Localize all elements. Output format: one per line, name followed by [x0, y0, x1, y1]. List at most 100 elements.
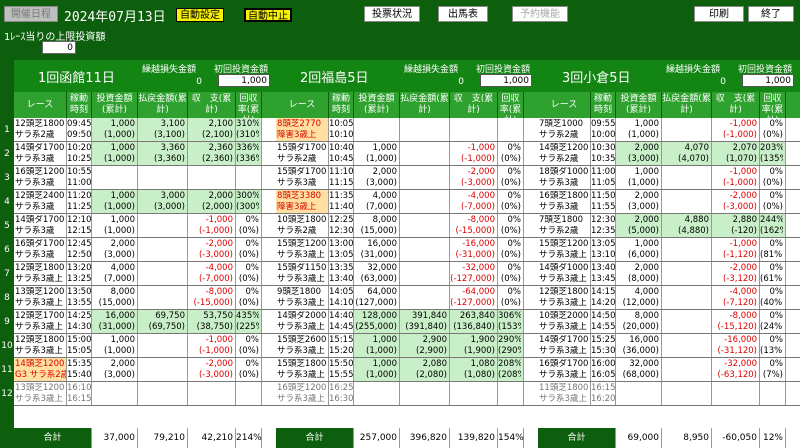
race-row[interactable]: 14頭ダ1000サラ系3歳上14-D や重13:4013:4513:552,00… [538, 262, 800, 286]
initial-invest-input[interactable]: 1,000 [218, 74, 270, 87]
race-name-cell[interactable]: 14頭ダ1000サラ系3歳上14-D や重 [538, 262, 591, 285]
race-row[interactable]: 15頭ダ1150サラ系3歳上15-D や重13:3513:4013:5532,0… [276, 262, 538, 286]
race-name-cell[interactable]: 12頭芝1800サラ系3歳上12-D や重 [538, 286, 591, 309]
recovery-rate-cell: 0% (13%) [760, 334, 786, 357]
race-row[interactable]: 14頭ダ1700サラ系3歳14-D や重12:1012:1512:251,000… [14, 214, 276, 238]
auto-running-button[interactable]: 自動中止 [244, 8, 292, 22]
entries-button[interactable]: 出馬表 [438, 6, 488, 22]
race-row[interactable]: 12頭芝1800サラ系3歳上12-D や重15:0015:0515:201,00… [14, 334, 276, 358]
race-row[interactable]: 16頭ダ1700サラ系3歳16-D や重12:4512:5013:052,000… [14, 238, 276, 262]
race-row[interactable]: 12頭芝1800サラ系2歳11-E や重09:4509:5010:051,000… [14, 118, 276, 142]
race-name-cell[interactable]: 14頭ダ1700サラ系3歳14-D や重 [14, 142, 67, 165]
race-row[interactable]: 12頭芝2400サラ系3歳12-B や重11:2011:2511:421,000… [14, 190, 276, 214]
race-name-cell[interactable]: 15頭ダ1700サラ系2歳15-D や重 [276, 142, 329, 165]
race-row[interactable]: 15頭ダ1700サラ系2歳15-D や重10:4010:4510:551,000… [276, 142, 538, 166]
race-row[interactable]: 16頭ダ1700サラ系3歳上16-D や重16:0016:0516:1532,0… [538, 358, 800, 382]
cell-line: サラ系3歳上 [277, 370, 325, 380]
race-name-cell[interactable]: 11頭芝1800サラ系3歳上13-B [538, 382, 591, 405]
cell-line: (-1,120) [722, 250, 757, 260]
cell-line: 2,080 [422, 359, 447, 369]
race-row[interactable]: 10頭芝1800サラ系2歳10-D や重12:2512:3012:408,000… [276, 214, 538, 238]
cell-line: 203% [760, 143, 783, 153]
cell-line: 0% [507, 239, 522, 249]
cell-line: 09:45 [67, 119, 91, 129]
race-row[interactable]: 12頭芝1800サラ系3歳上12-D や重13:2013:2513:404,00… [14, 262, 276, 286]
race-row[interactable]: 14頭ダ1700サラ系3歳上14-D や重15:2515:3015:4016,0… [538, 334, 800, 358]
exit-button[interactable]: 終了 [748, 6, 794, 22]
race-name-cell[interactable]: 7頭芝1800サラ系2歳7-E や重 [538, 214, 591, 237]
race-row[interactable]: 12頭芝1800サラ系3歳上12-D や重14:1514:2014:304,00… [538, 286, 800, 310]
race-row[interactable]: 11頭芝1800サラ系3歳上13-B16:1516:20 [538, 382, 800, 406]
race-row[interactable]: 14頭ダ1700サラ系3歳14-D や重10:2010:2510:351,000… [14, 142, 276, 166]
race-row[interactable]: 7頭芝1800サラ系2歳7-E や重12:3012:3512:452,000(5… [538, 214, 800, 238]
race-name-cell[interactable]: 14頭ダ2000サラ系3歳上14-D や重 [276, 310, 329, 333]
race-name-cell[interactable]: 14頭芝1200サラ系2歳14-D や重 [538, 142, 591, 165]
initial-invest-input[interactable]: 1,000 [480, 74, 532, 87]
race-name-cell[interactable]: 16頭芝1800サラ系3歳16-D 難解 [538, 190, 591, 213]
race-name-cell[interactable]: 13頭芝1200サラ系3歳上13-D や重 [14, 286, 67, 309]
race-row[interactable]: 10頭芝2000サラ系3歳上10-D や重14:5014:5515:058,00… [538, 310, 800, 334]
reserve-button[interactable]: 予約機能 [512, 6, 568, 22]
race-name-cell[interactable]: 12頭芝2400サラ系3歳12-B や重 [14, 190, 67, 213]
race-row[interactable]: 16頭芝1800サラ系3歳16-D 難解11:5011:5512:052,000… [538, 190, 800, 214]
race-name-cell[interactable]: 10頭芝1800サラ系2歳10-D や重 [276, 214, 329, 237]
race-name-cell[interactable]: 13頭芝1200サラ系3歳上13-A [14, 382, 67, 405]
race-row[interactable]: 15頭芝1800サラ系3歳上15-D や重15:5015:5516:101,00… [276, 358, 538, 382]
race-row[interactable]: 15頭芝1200サラ系3歳上15-D や重13:0013:0513:1516,0… [276, 238, 538, 262]
print-button[interactable]: 印刷 [694, 6, 744, 22]
race-name-cell[interactable]: 8頭芝3380障害3歳上8-E 難解 [276, 190, 329, 213]
race-row[interactable]: 15頭ダ1700サラ系3歳15-D や重11:1011:1511:252,000… [276, 166, 538, 190]
race-name-cell[interactable]: 14頭ダ1700サラ系3歳14-D や重 [14, 214, 67, 237]
race-row[interactable]: 18頭ダ1000サラ系3歳18-D や重11:0011:0511:151,000… [538, 166, 800, 190]
balance-cell: -2,000 (-3,000) [188, 358, 236, 381]
cell-line: 15:40 [67, 370, 91, 380]
race-row[interactable]: 14頭芝1200G3 サラ系2歳14-A や重15:3515:4015:412,… [14, 358, 276, 382]
race-name-cell[interactable]: 8頭芝2770障害3歳上8-E 難解 [276, 118, 329, 141]
race-name-cell[interactable]: 12頭芝1800サラ系2歳11-E や重 [14, 118, 67, 141]
race-name-cell[interactable]: 16頭芝1200サラ系3歳15-D や重 [14, 166, 67, 189]
column-header: 回収率(累計) [760, 92, 786, 126]
invest-cell: 64,000 (127,000) [354, 286, 400, 309]
race-name-cell[interactable]: 12頭芝1700サラ系3歳上12-D や重 [14, 310, 67, 333]
race-name-cell[interactable]: 10頭芝2000サラ系3歳上10-D や重 [538, 310, 591, 333]
race-row[interactable]: 9頭芝1800サラ系3歳上9-D や重14:0514:1014:2564,000… [276, 286, 538, 310]
cell-line: 16,000 [105, 311, 135, 321]
race-row[interactable]: 16頭芝1200サラ系3歳上16-B16:2516:30 [276, 382, 538, 406]
race-row[interactable]: 8頭芝2770障害3歳上8-E 難解10:0510:1010:20 [276, 118, 538, 142]
max-invest-input[interactable]: 0 [42, 41, 76, 54]
race-name-cell[interactable]: 16頭ダ1700サラ系3歳上16-D や重 [538, 358, 591, 381]
cell-line: 10:20 [67, 143, 91, 153]
cell-line: 16:25 [329, 383, 353, 393]
race-name-cell[interactable]: 14頭ダ1700サラ系3歳上14-D や重 [538, 334, 591, 357]
race-row[interactable]: 7頭芝1000サラ系2歳7-D や悪09:5510:0010:101,000(1… [538, 118, 800, 142]
race-name-cell[interactable]: 14頭芝1200G3 サラ系2歳14-A や重 [14, 358, 67, 381]
race-name-cell[interactable]: 12頭芝1800サラ系3歳上12-D や重 [14, 334, 67, 357]
race-name-cell[interactable]: 15頭芝1200サラ系3歳上15-D や重 [276, 238, 329, 261]
vote-status-button[interactable]: 投票状況 [364, 6, 420, 22]
race-row[interactable]: 12頭芝1700サラ系3歳上12-D や重14:2514:3014:4516,0… [14, 310, 276, 334]
cell-line: 0% [769, 119, 784, 129]
race-row[interactable]: 15頭芝1200サラ系3歳上15-D や重13:0513:1013:201,00… [538, 238, 800, 262]
race-name-cell[interactable]: 15頭ダ1150サラ系3歳上15-D や重 [276, 262, 329, 285]
race-row[interactable]: 14頭芝1200サラ系2歳14-D や重10:3010:3510:452,000… [538, 142, 800, 166]
race-row[interactable]: 15頭芝2600サラ系3歳上15-D や重15:1515:2015:351,00… [276, 334, 538, 358]
race-name-cell[interactable]: 15頭芝1800サラ系3歳上15-D や重 [276, 358, 329, 381]
race-name-cell[interactable]: 15頭ダ1700サラ系3歳15-D や重 [276, 166, 329, 189]
race-name-cell[interactable]: 15頭芝2600サラ系3歳上15-D や重 [276, 334, 329, 357]
race-row[interactable]: 16頭芝1200サラ系3歳15-D や重10:5511:0011:10 [14, 166, 276, 190]
race-row[interactable]: 8頭芝3380障害3歳上8-E 難解11:3511:4011:554,000(7… [276, 190, 538, 214]
race-name-cell[interactable]: 7頭芝1000サラ系2歳7-D や悪 [538, 118, 591, 141]
race-name-cell[interactable]: 15頭芝1200サラ系3歳上15-D や重 [538, 238, 591, 261]
race-name-cell[interactable]: 18頭ダ1000サラ系3歳18-D や重 [538, 166, 591, 189]
auto-set-button[interactable]: 自動設定 [176, 8, 224, 22]
race-name-cell[interactable]: 16頭芝1200サラ系3歳上16-B [276, 382, 329, 405]
race-row[interactable]: 13頭芝1200サラ系3歳上13-A16:1016:15 [14, 382, 276, 406]
race-name-cell[interactable]: 9頭芝1800サラ系3歳上9-D や重 [276, 286, 329, 309]
race-name-cell[interactable]: 16頭ダ1700サラ系3歳16-D や重 [14, 238, 67, 261]
cell-line: 09:55 [591, 119, 615, 129]
race-name-cell[interactable]: 12頭芝1800サラ系3歳上12-D や重 [14, 262, 67, 285]
initial-invest-input[interactable]: 1,000 [742, 74, 794, 87]
race-row[interactable]: 13頭芝1200サラ系3歳上13-D や重13:5013:5514:108,00… [14, 286, 276, 310]
race-row[interactable]: 14頭ダ2000サラ系3歳上14-D や重14:4014:4515:00128,… [276, 310, 538, 334]
kaisai-button[interactable]: 開催日程 [4, 6, 58, 22]
